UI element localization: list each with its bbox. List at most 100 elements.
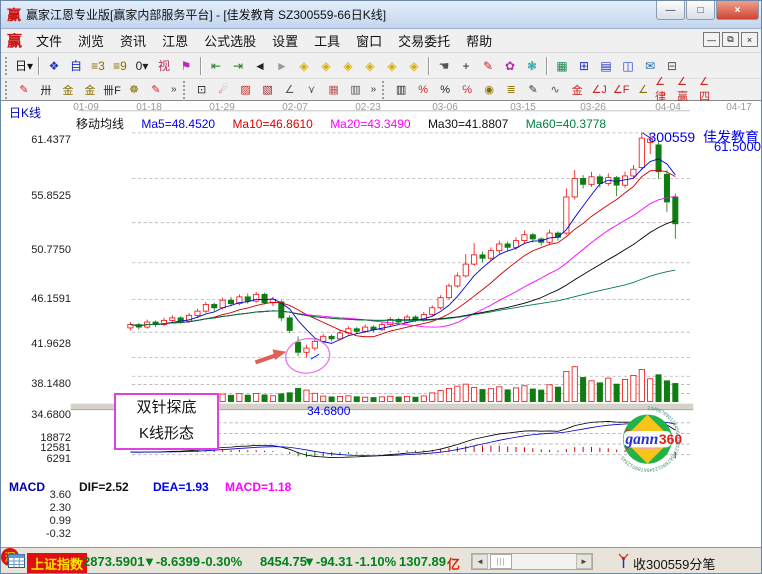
lasso-tool-icon[interactable]: ✎ bbox=[477, 56, 499, 76]
candle[interactable] bbox=[530, 235, 535, 239]
volume-bar[interactable] bbox=[664, 381, 669, 402]
candle[interactable] bbox=[245, 297, 250, 301]
volume-bar[interactable] bbox=[488, 389, 493, 402]
view-tool-icon[interactable]: 视 bbox=[153, 56, 175, 76]
care-of-tool-icon[interactable]: ℅ bbox=[456, 81, 478, 99]
sh-index-badge[interactable]: 上证指数 bbox=[27, 553, 87, 574]
volume-bar[interactable] bbox=[597, 383, 602, 402]
volume-bar[interactable] bbox=[505, 390, 510, 402]
candle[interactable] bbox=[262, 294, 267, 302]
volume-bar[interactable] bbox=[606, 378, 611, 401]
report-button-icon[interactable]: ▤ bbox=[595, 56, 617, 76]
grid-ruler-tool-icon[interactable]: 卅 bbox=[35, 81, 57, 99]
grid-red-tool-icon[interactable]: ▦ bbox=[323, 81, 345, 99]
candle[interactable] bbox=[337, 333, 342, 339]
candle[interactable] bbox=[513, 241, 518, 248]
volume-bar[interactable] bbox=[539, 390, 544, 402]
mdi-minimize-button[interactable]: — bbox=[703, 32, 720, 47]
horizontal-scrollbar[interactable]: ◄ ||| ► bbox=[471, 553, 593, 570]
gann-diamond-1-icon[interactable]: ◈ bbox=[293, 56, 315, 76]
angle-f-tool-icon[interactable]: ∠F bbox=[610, 81, 632, 99]
candle[interactable] bbox=[287, 318, 292, 331]
gold-lines-tool-icon[interactable]: ≣ bbox=[500, 81, 522, 99]
volume-bar[interactable] bbox=[396, 397, 401, 402]
volume-bar[interactable] bbox=[245, 395, 250, 401]
gann-diamond-2-icon[interactable]: ◈ bbox=[315, 56, 337, 76]
angle-j-tool-icon[interactable]: ∠J bbox=[588, 81, 610, 99]
spiral-tool-icon[interactable]: ☸ bbox=[123, 81, 145, 99]
flag-tool-icon[interactable]: ⚑ bbox=[175, 56, 197, 76]
volume-bar[interactable] bbox=[354, 397, 359, 402]
next-bar-button-icon[interactable]: ► bbox=[271, 56, 293, 76]
volume-bar[interactable] bbox=[580, 377, 585, 401]
angle-four-tool-icon[interactable]: ∠四 bbox=[698, 81, 720, 99]
brush-tool-icon[interactable]: ✎ bbox=[13, 81, 35, 99]
volume-bar[interactable] bbox=[614, 384, 619, 401]
chan-knot-tool-icon[interactable]: ❖ bbox=[43, 56, 65, 76]
ai-tool-icon[interactable]: ❃ bbox=[521, 56, 543, 76]
calculator-button-icon[interactable]: ⊞ bbox=[573, 56, 595, 76]
candle[interactable] bbox=[463, 264, 468, 276]
toolbar-grip[interactable] bbox=[382, 81, 387, 99]
volume-bar[interactable] bbox=[270, 396, 275, 402]
volume-bar[interactable] bbox=[254, 393, 259, 401]
scroll-right-arrow[interactable]: ► bbox=[576, 554, 592, 569]
hand-tool-icon[interactable]: ☚ bbox=[433, 56, 455, 76]
percent-red-tool-icon[interactable]: % bbox=[412, 81, 434, 99]
menu-item-工具[interactable]: 工具 bbox=[306, 32, 348, 51]
vee-tool-icon[interactable]: ⋎ bbox=[301, 81, 323, 99]
volume-bar[interactable] bbox=[388, 396, 393, 401]
volume-bar[interactable] bbox=[371, 398, 376, 402]
note-tool-icon[interactable]: 自 bbox=[65, 56, 87, 76]
gann-diamond-4-icon[interactable]: ◈ bbox=[359, 56, 381, 76]
gold-red-tool-icon[interactable]: 金 bbox=[566, 81, 588, 99]
volume-bar[interactable] bbox=[648, 379, 653, 402]
pattern-annotation-box[interactable]: 双针探底 K线形态 bbox=[114, 393, 219, 450]
toolbar-grip[interactable] bbox=[183, 81, 188, 99]
volume-bar[interactable] bbox=[421, 396, 426, 402]
save-button-icon[interactable]: ◫ bbox=[617, 56, 639, 76]
gann-diamond-5-icon[interactable]: ◈ bbox=[381, 56, 403, 76]
menu-item-江恩[interactable]: 江恩 bbox=[154, 32, 196, 51]
first-bar-button-icon[interactable]: ⇤ bbox=[205, 56, 227, 76]
volume-bar[interactable] bbox=[639, 369, 644, 401]
fan-lines-tool-icon[interactable]: ☄ bbox=[213, 81, 235, 99]
volume-bar[interactable] bbox=[513, 388, 518, 402]
candle[interactable] bbox=[329, 336, 334, 339]
volume-bar[interactable] bbox=[589, 381, 594, 402]
zero-selector-icon[interactable]: 0▾ bbox=[131, 56, 153, 76]
gold-circle-tool-icon[interactable]: ◉ bbox=[478, 81, 500, 99]
menu-item-帮助[interactable]: 帮助 bbox=[458, 32, 500, 51]
scroll-thumb[interactable]: ||| bbox=[490, 554, 512, 569]
volume-bar[interactable] bbox=[438, 391, 443, 402]
volume-bar[interactable] bbox=[555, 387, 560, 401]
volume-bar[interactable] bbox=[564, 371, 569, 401]
pen-tool-icon[interactable]: ✎ bbox=[522, 81, 544, 99]
volume-bar[interactable] bbox=[656, 375, 661, 402]
candle[interactable] bbox=[212, 304, 217, 307]
volume-bar[interactable] bbox=[631, 375, 636, 401]
volume-bar[interactable] bbox=[497, 387, 502, 402]
volume-bar[interactable] bbox=[622, 379, 627, 401]
volume-bar[interactable] bbox=[312, 393, 317, 401]
candle[interactable] bbox=[363, 327, 368, 331]
candle[interactable] bbox=[446, 286, 451, 298]
candle[interactable] bbox=[430, 308, 435, 315]
wave-tool-icon[interactable]: ∿ bbox=[544, 81, 566, 99]
candle[interactable] bbox=[488, 251, 493, 259]
angle-lv-tool-icon[interactable]: ∠律 bbox=[654, 81, 676, 99]
mdi-restore-button[interactable]: ⧉ bbox=[722, 32, 739, 47]
candle[interactable] bbox=[438, 298, 443, 308]
candle[interactable] bbox=[304, 348, 309, 352]
candle[interactable] bbox=[639, 138, 644, 167]
candle[interactable] bbox=[656, 145, 661, 172]
calendar-button-icon[interactable]: ▦ bbox=[551, 56, 573, 76]
candle[interactable] bbox=[354, 329, 359, 332]
percent-tool-icon[interactable]: % bbox=[434, 81, 456, 99]
kline-merge-9-icon[interactable]: ≡9 bbox=[109, 56, 131, 76]
gann-gold-2-icon[interactable]: 金 bbox=[79, 81, 101, 99]
candle[interactable] bbox=[673, 197, 678, 224]
shaded-square-tool-icon[interactable]: ▨ bbox=[235, 81, 257, 99]
volume-bar[interactable] bbox=[262, 395, 267, 402]
volume-bar[interactable] bbox=[430, 393, 435, 402]
